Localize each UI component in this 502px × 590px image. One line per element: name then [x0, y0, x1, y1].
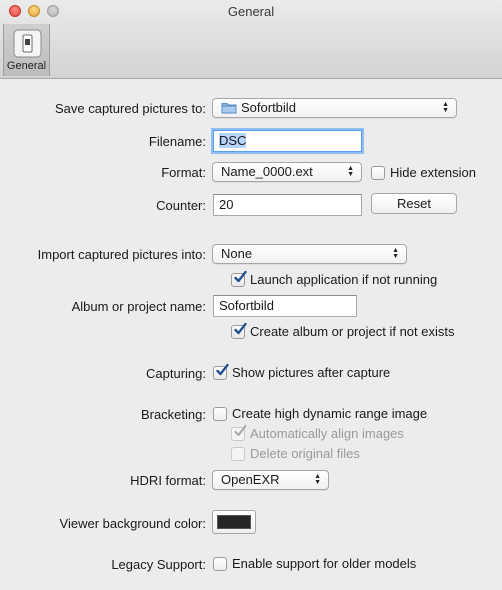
- color-well-fill: [217, 515, 251, 529]
- format-value: Name_0000.ext: [221, 164, 313, 179]
- counter-label: Counter:: [156, 198, 206, 213]
- viewer-bg-color-well[interactable]: [212, 510, 256, 534]
- hdri-format-label: HDRI format:: [130, 473, 206, 488]
- launch-application-label: Launch application if not running: [250, 272, 438, 287]
- legacy-support-label: Legacy Support:: [111, 557, 206, 572]
- format-popup[interactable]: Name_0000.ext ▲ ▼: [212, 162, 362, 182]
- album-name-label: Album or project name:: [71, 299, 206, 314]
- hdr-checkbox[interactable]: [213, 407, 227, 421]
- filename-value: DSC: [219, 133, 247, 148]
- general-switch-icon: [13, 29, 42, 58]
- legacy-support-text: Enable support for older models: [232, 556, 417, 571]
- save-location-label: Save captured pictures to:: [54, 101, 206, 116]
- show-pictures-checkbox[interactable]: [213, 363, 229, 380]
- hide-extension-label: Hide extension: [390, 165, 476, 180]
- import-label: Import captured pictures into:: [37, 247, 206, 262]
- reset-button[interactable]: Reset: [371, 193, 457, 214]
- bracketing-label: Bracketing:: [140, 407, 206, 422]
- delete-originals-checkbox[interactable]: [231, 447, 245, 461]
- window-titlebar: General General: [0, 0, 502, 79]
- toolbar-general-tab[interactable]: General: [3, 24, 50, 76]
- checkmark-icon: [216, 363, 229, 376]
- hdr-label: Create high dynamic range image: [232, 406, 428, 421]
- album-name-value: Sofortbild: [219, 298, 274, 313]
- save-location-value: Sofortbild: [241, 100, 296, 115]
- viewer-bg-label: Viewer background color:: [59, 516, 206, 531]
- save-location-popup[interactable]: Sofortbild ▲ ▼: [212, 98, 457, 118]
- delete-originals-label: Delete original files: [250, 446, 360, 461]
- popup-arrows-icon: ▲ ▼: [392, 247, 399, 260]
- hide-extension-checkbox[interactable]: [371, 166, 385, 180]
- popup-arrows-icon: ▲ ▼: [347, 165, 354, 178]
- album-name-field[interactable]: Sofortbild: [213, 295, 357, 317]
- popup-arrows-icon: ▲ ▼: [314, 473, 321, 486]
- legacy-support-checkbox[interactable]: [213, 557, 227, 571]
- popup-arrows-icon: ▲ ▼: [442, 101, 449, 114]
- window-title: General: [227, 4, 275, 19]
- folder-icon: [221, 103, 237, 114]
- show-pictures-label: Show pictures after capture: [232, 365, 391, 380]
- toolbar-general-label: General: [6, 60, 47, 72]
- hdri-format-value: OpenEXR: [221, 472, 280, 487]
- checkmark-icon: [234, 322, 247, 335]
- checkmark-icon: [234, 424, 247, 437]
- align-images-checkbox[interactable]: [231, 424, 247, 441]
- filename-label: Filename:: [148, 134, 206, 149]
- format-label: Format:: [161, 165, 206, 180]
- capturing-label: Capturing:: [146, 366, 206, 381]
- counter-field[interactable]: 20: [213, 194, 362, 216]
- checkmark-icon: [234, 270, 247, 283]
- import-popup[interactable]: None ▲ ▼: [212, 244, 407, 264]
- hdri-format-popup[interactable]: OpenEXR ▲ ▼: [212, 470, 329, 490]
- create-album-label: Create album or project if not exists: [250, 324, 455, 339]
- create-album-checkbox[interactable]: [231, 322, 247, 339]
- counter-value: 20: [219, 197, 234, 212]
- align-images-label: Automatically align images: [250, 426, 404, 441]
- import-value: None: [221, 246, 253, 261]
- filename-field[interactable]: DSC: [213, 130, 362, 152]
- launch-application-checkbox[interactable]: [231, 270, 247, 287]
